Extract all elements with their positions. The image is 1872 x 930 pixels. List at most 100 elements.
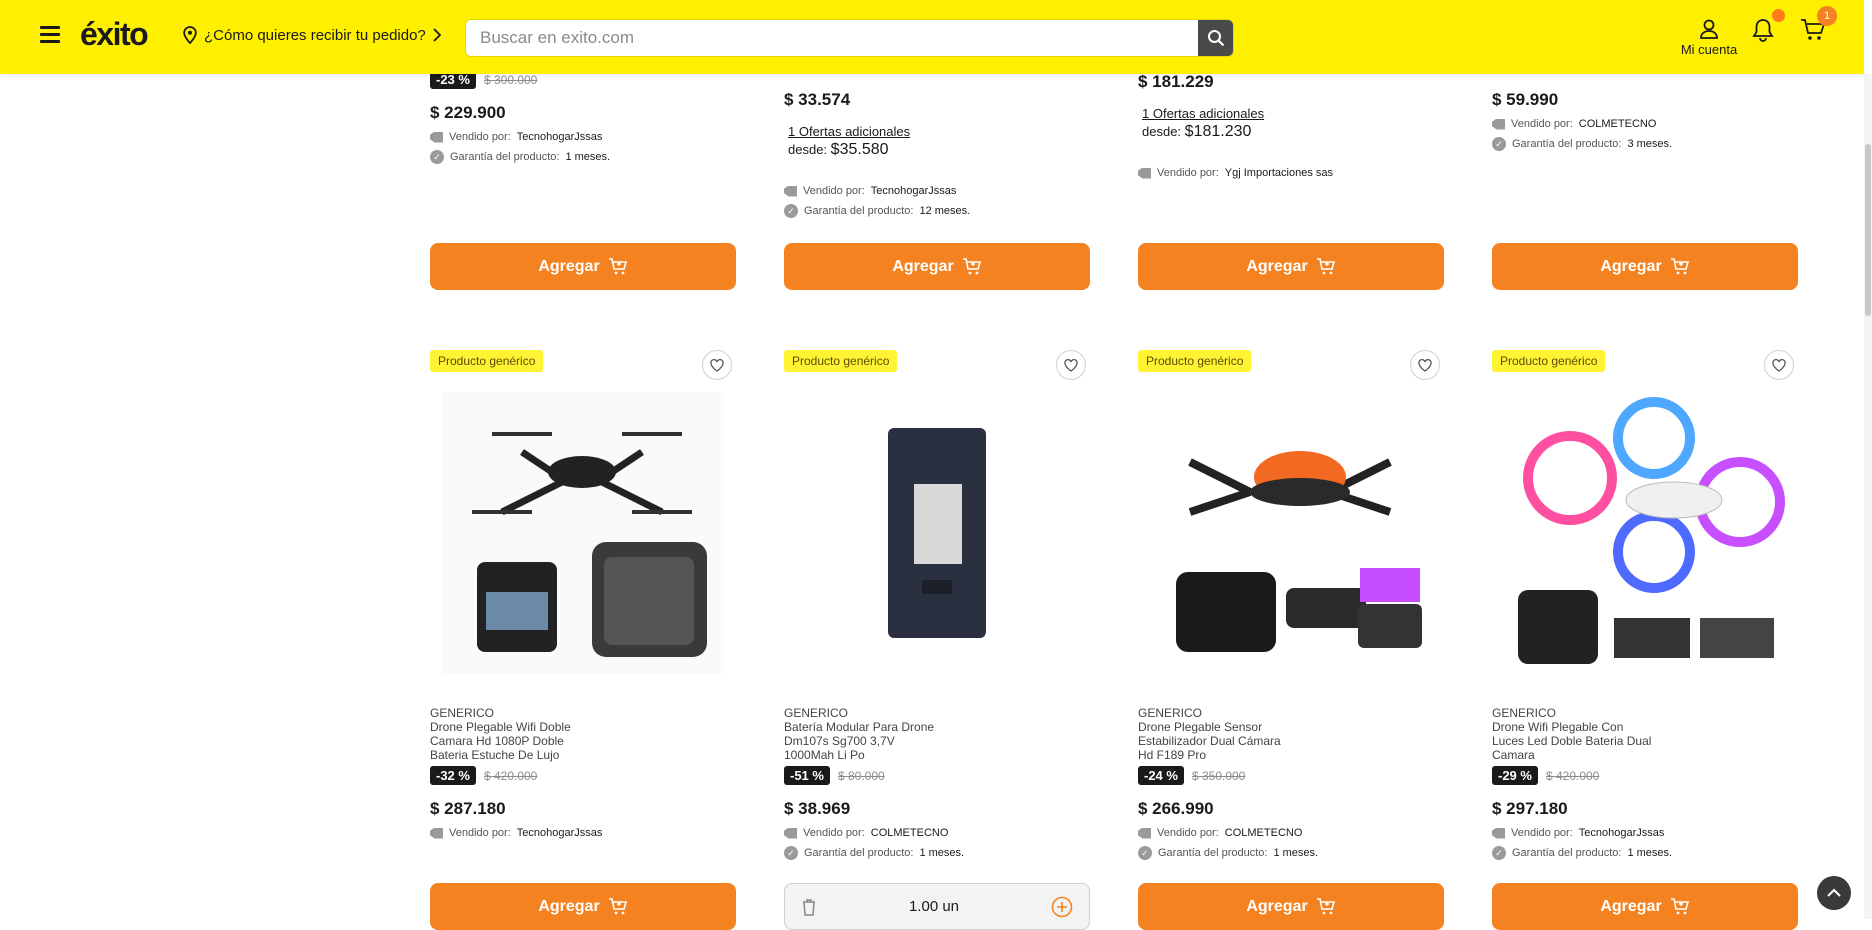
seller-name: TecnohogarJssas [870,185,957,197]
add-label: Agregar [1246,257,1308,275]
discount-badge: -29 % [1492,766,1538,785]
back-to-top-button[interactable] [1817,876,1851,910]
product-card: $ 181.229 1 Ofertas adicionales desde: $… [1138,72,1444,183]
favorite-button[interactable] [1764,350,1794,380]
seal-check-icon: ✓ [1492,137,1506,151]
exito-logo[interactable]: éxito [80,16,149,53]
seller-label: Vendido por: [1157,167,1219,179]
seller-label: Vendido por: [1157,827,1219,839]
tag-icon [430,827,443,839]
bell-icon [1752,19,1774,42]
seller-label: Vendido por: [803,827,865,839]
add-to-cart-button[interactable]: Agregar [1492,243,1798,290]
product-brand: GENERICO [1138,706,1203,720]
add-to-cart-button[interactable]: Agregar [1138,883,1444,930]
product-image[interactable] [1504,392,1786,674]
warranty-info: ✓ Garantía del producto: 3 meses. [1492,134,1798,154]
additional-offers-link[interactable]: 1 Ofertas adicionales [788,124,1090,139]
seal-check-icon: ✓ [1492,846,1506,860]
discount-badge: -32 % [430,766,476,785]
warranty-label: Garantía del producto: [1512,138,1622,150]
product-image[interactable] [442,392,724,674]
top-header: éxito ¿Cómo quieres recibir tu pedido? M… [0,0,1864,74]
seller-name: TecnohogarJssas [1578,827,1665,839]
product-brand: GENERICO [430,706,495,720]
trash-icon[interactable] [801,898,817,916]
old-price: $ 80.000 [837,768,885,783]
from-price-value: $35.580 [830,141,889,158]
product-name[interactable]: Drone Wifi Plegable Con Luces Led Doble … [1492,720,1652,762]
cart-plus-icon [1670,897,1689,914]
seller-label: Vendido por: [1511,118,1573,130]
delivery-selector[interactable]: ¿Cómo quieres recibir tu pedido? [182,26,442,44]
seller-name: COLMETECNO [1578,118,1657,130]
from-price: desde: $181.230 [1142,123,1444,141]
seller-label: Vendido por: [803,185,865,197]
cart-count-badge: 1 [1817,6,1837,26]
from-price-value: $181.230 [1184,123,1252,140]
seller-label: Vendido por: [449,131,511,143]
delivery-prompt: ¿Cómo quieres recibir tu pedido? [204,26,426,44]
generic-product-badge: Producto genérico [784,350,898,372]
quantity-stepper: 1.00 un [784,883,1090,930]
account-label: Mi cuenta [1680,42,1738,57]
search-button[interactable] [1198,20,1233,56]
tag-icon [1138,827,1151,839]
product-name[interactable]: Drone Plegable Sensor Estabilizador Dual… [1138,720,1298,762]
heart-icon [1772,358,1786,372]
add-label: Agregar [1600,257,1662,275]
warranty-value: 1 meses. [1273,847,1319,859]
drone-image [442,392,724,674]
discount-row: -24 % $ 350.000 [1138,766,1245,785]
old-price: $ 420.000 [483,768,538,783]
chevron-right-icon [433,28,442,42]
product-info: GENERICO Drone Plegable Sensor Estabiliz… [1138,706,1444,863]
additional-offers-link[interactable]: 1 Ofertas adicionales [1142,106,1444,121]
favorite-button[interactable] [702,350,732,380]
product-brand: GENERICO [1492,706,1557,720]
product-price: $ 287.180 [430,799,506,818]
account-button[interactable]: Mi cuenta [1676,18,1742,57]
heart-icon [710,358,724,372]
product-name[interactable]: Drone Plegable Wifi Doble Camara Hd 1080… [430,720,590,762]
heart-icon [1064,358,1078,372]
add-to-cart-button[interactable]: Agregar [784,243,1090,290]
warranty-label: Garantía del producto: [450,151,560,163]
warranty-value: 1 meses. [565,151,611,163]
cart-plus-icon [1316,897,1335,914]
seller-info: Vendido por: TecnohogarJssas [1492,823,1798,843]
search-input[interactable] [466,20,1186,56]
product-image[interactable] [796,392,1078,674]
add-label: Agregar [1600,897,1662,915]
discount-badge: -24 % [1138,766,1184,785]
warranty-info: ✓ Garantía del producto: 12 meses. [784,201,1090,221]
favorite-button[interactable] [1056,350,1086,380]
tag-icon [1492,827,1505,839]
seller-label: Vendido por: [449,827,511,839]
product-card: $ 59.990 Vendido por: COLMETECNO ✓ Garantí… [1492,90,1798,154]
add-to-cart-button[interactable]: Agregar [430,883,736,930]
product-info: GENERICO Drone Wifi Plegable Con Luces L… [1492,706,1798,863]
scrollbar-thumb[interactable] [1865,144,1871,316]
add-to-cart-button[interactable]: Agregar [1492,883,1798,930]
warranty-label: Garantía del producto: [804,205,914,217]
plus-circle-icon[interactable] [1051,896,1073,918]
product-card: $ 33.574 1 Ofertas adicionales desde: $3… [784,90,1090,221]
notifications-button[interactable] [1752,18,1774,47]
tag-icon [784,185,797,197]
add-to-cart-button[interactable]: Agregar [430,243,736,290]
product-price: $ 181.229 [1138,72,1214,91]
add-to-cart-button[interactable]: Agregar [1138,243,1444,290]
old-price: $ 350.000 [1191,768,1246,783]
product-price: $ 229.900 [430,103,506,122]
favorite-button[interactable] [1410,350,1440,380]
discount-row: -29 % $ 420.000 [1492,766,1599,785]
product-name[interactable]: Batería Modular Para Drone Dm107s Sg700 … [784,720,944,762]
seal-check-icon: ✓ [1138,846,1152,860]
logo-text: éxito [80,16,149,52]
cart-plus-icon [962,257,981,274]
hamburger-menu-icon[interactable] [40,26,60,44]
warranty-value: 12 meses. [919,205,971,217]
product-image[interactable] [1150,392,1432,674]
heart-icon [1418,358,1432,372]
